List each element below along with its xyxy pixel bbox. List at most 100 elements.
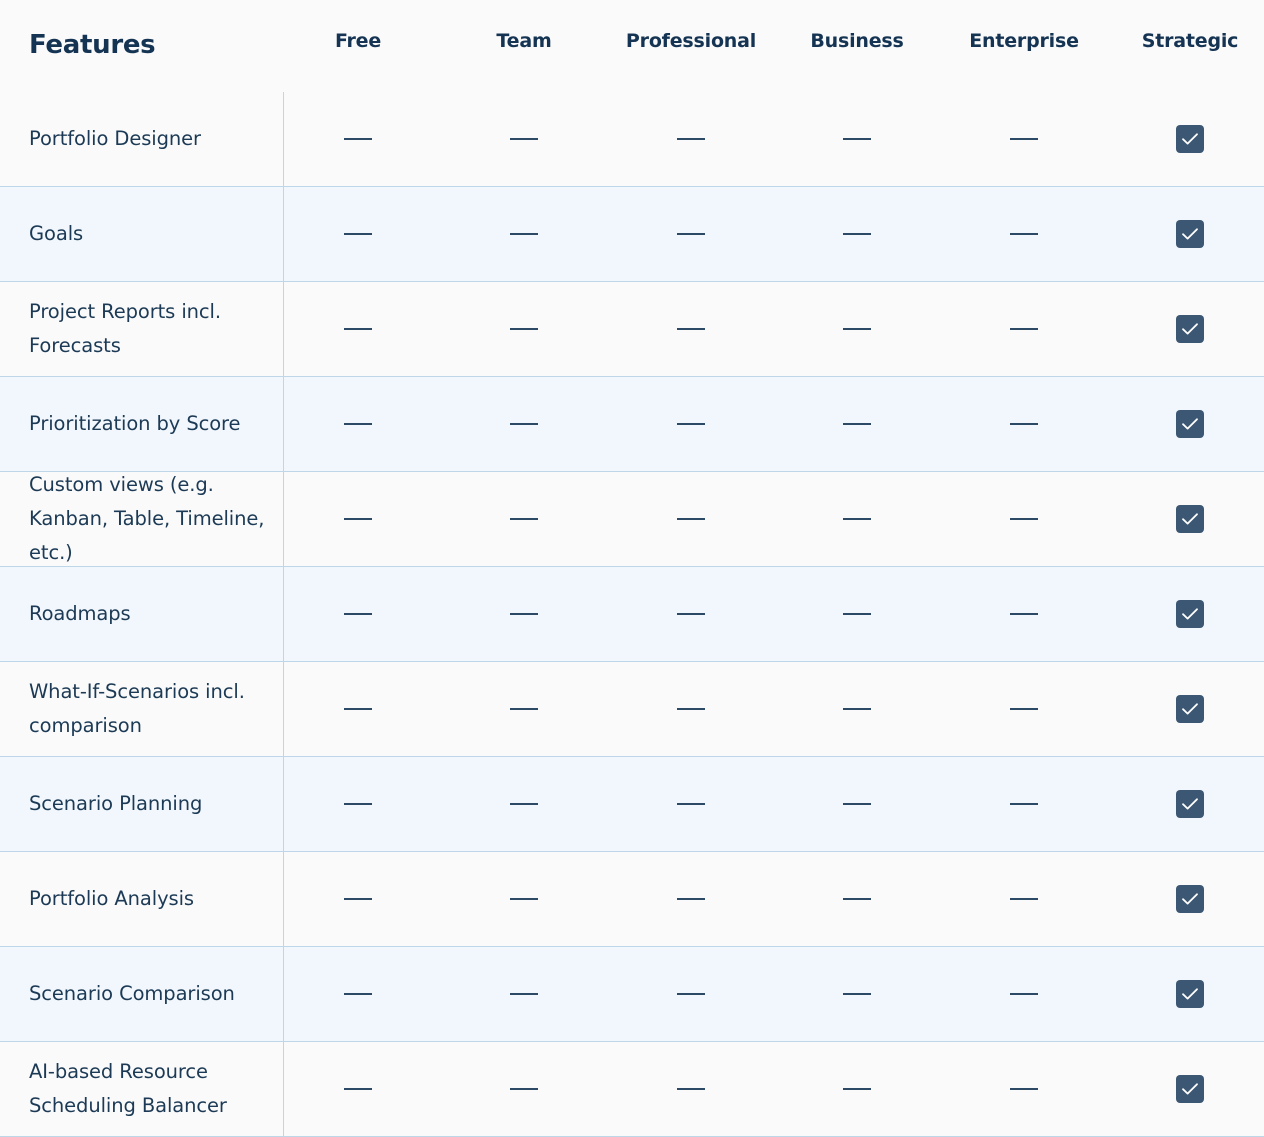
availability-cell-enterprise xyxy=(941,472,1107,566)
availability-cell-professional xyxy=(608,92,774,186)
checkbox-checked-icon xyxy=(1176,885,1204,913)
dash-icon xyxy=(344,1088,372,1090)
availability-cell-business xyxy=(774,947,940,1041)
dash-icon xyxy=(677,233,705,235)
dash-icon xyxy=(1010,328,1038,330)
dash-icon xyxy=(344,518,372,520)
availability-cell-enterprise xyxy=(941,567,1107,661)
dash-icon xyxy=(677,423,705,425)
feature-cell: Portfolio Designer xyxy=(0,92,284,186)
availability-cell-strategic xyxy=(1107,852,1264,946)
availability-cell-business xyxy=(774,662,940,756)
feature-cell: Scenario Comparison xyxy=(0,947,284,1041)
dash-icon xyxy=(510,233,538,235)
availability-cell-team xyxy=(441,472,607,566)
features-column-header: Features xyxy=(29,30,156,60)
feature-cell: Roadmaps xyxy=(0,567,284,661)
availability-cell-professional xyxy=(608,947,774,1041)
availability-cell-business xyxy=(774,1042,940,1136)
availability-cell-team xyxy=(441,662,607,756)
availability-cell-free xyxy=(275,662,441,756)
dash-icon xyxy=(1010,1088,1038,1090)
checkbox-checked-icon xyxy=(1176,505,1204,533)
availability-cell-strategic xyxy=(1107,567,1264,661)
checkbox-checked-icon xyxy=(1176,125,1204,153)
dash-icon xyxy=(843,613,871,615)
table-row: Portfolio Analysis xyxy=(0,852,1264,947)
availability-cell-enterprise xyxy=(941,852,1107,946)
feature-label: AI-based Resource Scheduling Balancer xyxy=(29,1060,227,1117)
table-row: Portfolio Designer xyxy=(0,92,1264,187)
feature-cell: Project Reports incl. Forecasts xyxy=(0,282,284,376)
availability-cell-strategic xyxy=(1107,947,1264,1041)
table-row: Custom views (e.g. Kanban, Table, Timeli… xyxy=(0,472,1264,567)
dash-icon xyxy=(510,328,538,330)
availability-cell-professional xyxy=(608,282,774,376)
dash-icon xyxy=(510,993,538,995)
plan-header-professional: Professional xyxy=(625,30,757,52)
dash-icon xyxy=(510,423,538,425)
table-row: What-If-Scenarios incl. comparison xyxy=(0,662,1264,757)
dash-icon xyxy=(677,1088,705,1090)
feature-cell: Custom views (e.g. Kanban, Table, Timeli… xyxy=(0,472,284,566)
availability-cell-free xyxy=(275,377,441,471)
table-row: Scenario Planning xyxy=(0,757,1264,852)
availability-cell-business xyxy=(774,92,940,186)
dash-icon xyxy=(843,898,871,900)
dash-icon xyxy=(344,993,372,995)
dash-icon xyxy=(677,328,705,330)
dash-icon xyxy=(344,613,372,615)
dash-icon xyxy=(344,423,372,425)
checkbox-checked-icon xyxy=(1176,790,1204,818)
feature-cell: Goals xyxy=(0,187,284,281)
dash-icon xyxy=(677,993,705,995)
dash-icon xyxy=(1010,803,1038,805)
availability-cell-business xyxy=(774,472,940,566)
dash-icon xyxy=(677,138,705,140)
plan-header-free: Free xyxy=(334,30,382,52)
availability-cell-professional xyxy=(608,377,774,471)
availability-cell-team xyxy=(441,852,607,946)
availability-cell-free xyxy=(275,757,441,851)
availability-cell-professional xyxy=(608,662,774,756)
dash-icon xyxy=(510,518,538,520)
table-row: Project Reports incl. Forecasts xyxy=(0,282,1264,377)
dash-icon xyxy=(1010,518,1038,520)
dash-icon xyxy=(510,613,538,615)
dash-icon xyxy=(843,708,871,710)
availability-cell-business xyxy=(774,282,940,376)
availability-cell-team xyxy=(441,187,607,281)
table-row: AI-based Resource Scheduling Balancer xyxy=(0,1042,1264,1137)
dash-icon xyxy=(843,803,871,805)
availability-cell-enterprise xyxy=(941,662,1107,756)
dash-icon xyxy=(843,518,871,520)
availability-cell-strategic xyxy=(1107,377,1264,471)
availability-cell-enterprise xyxy=(941,377,1107,471)
dash-icon xyxy=(510,1088,538,1090)
dash-icon xyxy=(510,898,538,900)
availability-cell-enterprise xyxy=(941,282,1107,376)
dash-icon xyxy=(843,423,871,425)
dash-icon xyxy=(843,233,871,235)
availability-cell-strategic xyxy=(1107,92,1264,186)
dash-icon xyxy=(344,708,372,710)
availability-cell-free xyxy=(275,472,441,566)
table-row: Goals xyxy=(0,187,1264,282)
availability-cell-professional xyxy=(608,1042,774,1136)
dash-icon xyxy=(843,328,871,330)
dash-icon xyxy=(344,233,372,235)
feature-label: Project Reports incl. Forecasts xyxy=(29,300,221,357)
feature-label: What-If-Scenarios incl. comparison xyxy=(29,680,245,737)
feature-label: Custom views (e.g. Kanban, Table, Timeli… xyxy=(29,473,265,564)
availability-cell-team xyxy=(441,377,607,471)
feature-label: Prioritization by Score xyxy=(29,412,241,435)
availability-cell-enterprise xyxy=(941,757,1107,851)
availability-cell-team xyxy=(441,92,607,186)
dash-icon xyxy=(677,708,705,710)
feature-label: Scenario Planning xyxy=(29,792,203,815)
checkbox-checked-icon xyxy=(1176,410,1204,438)
availability-cell-professional xyxy=(608,852,774,946)
availability-cell-business xyxy=(774,852,940,946)
availability-cell-business xyxy=(774,187,940,281)
dash-icon xyxy=(1010,423,1038,425)
